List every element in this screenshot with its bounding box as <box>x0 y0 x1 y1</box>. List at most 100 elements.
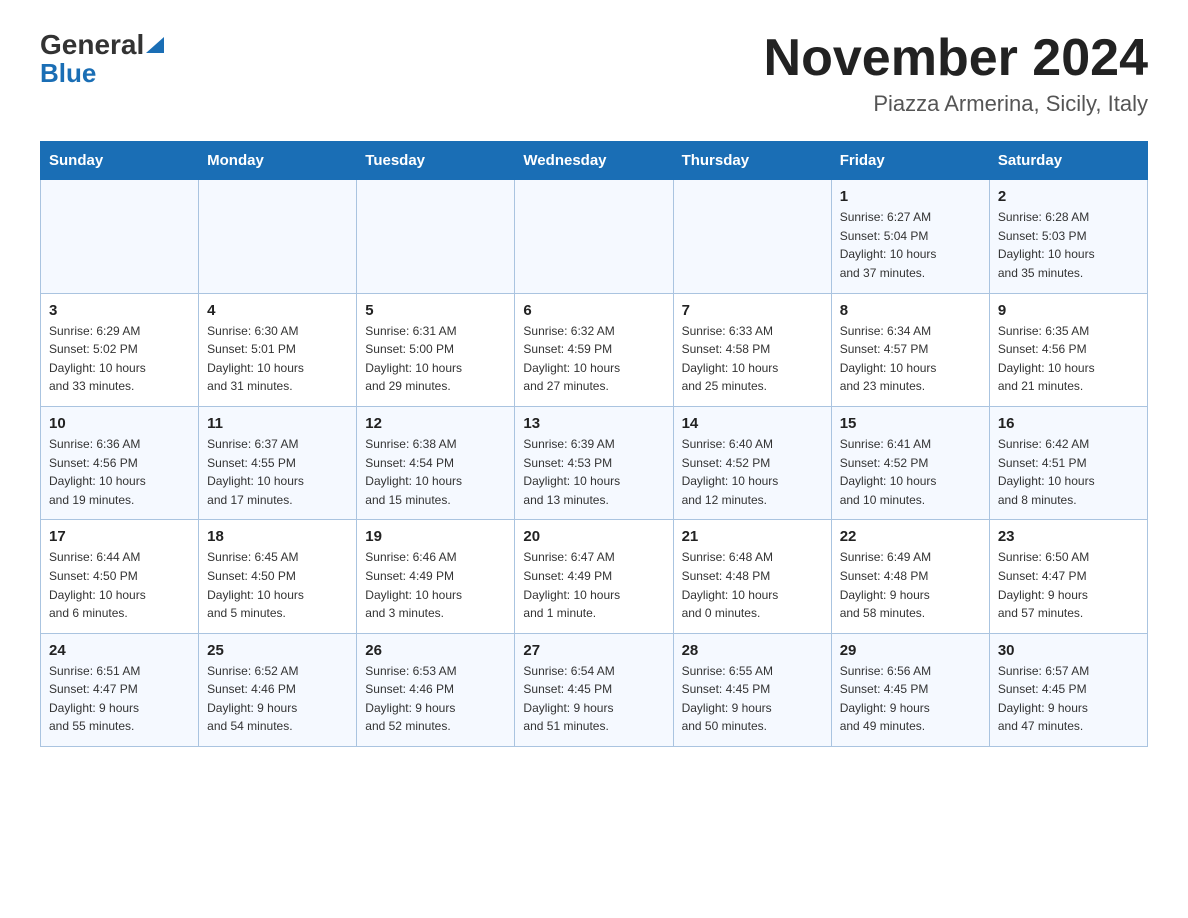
day-number: 22 <box>840 528 981 545</box>
calendar-cell: 23Sunrise: 6:50 AM Sunset: 4:47 PM Dayli… <box>989 520 1147 633</box>
weekday-header-thursday: Thursday <box>673 142 831 180</box>
day-info: Sunrise: 6:51 AM Sunset: 4:47 PM Dayligh… <box>49 662 190 736</box>
calendar-cell: 30 Sunrise: 6:57 AM Sunset: 4:45 PM Dayli… <box>989 633 1147 746</box>
calendar-title: November 2024 <box>764 30 1148 87</box>
day-info: Sunrise: 6:42 AM Sunset: 4:51 PM Dayligh… <box>998 435 1139 509</box>
day-info: Sunrise: 6:27 AM Sunset: 5:04 PM Dayligh… <box>840 208 981 282</box>
day-number: 3 <box>49 302 190 319</box>
day-info: Sunrise: 6:31 AM Sunset: 5:00 PM Dayligh… <box>365 322 506 396</box>
day-number: 23 <box>998 528 1139 545</box>
page-header: General Blue November 2024 Piazza Armeri… <box>40 30 1148 117</box>
day-info: Sunrise: 6:36 AM Sunset: 4:56 PM Dayligh… <box>49 435 190 509</box>
day-number: 6 <box>523 302 664 319</box>
calendar-cell: 8 Sunrise: 6:34 AM Sunset: 4:57 PM Daylig… <box>831 293 989 406</box>
day-number: 15 <box>840 415 981 432</box>
day-info: Sunrise: 6:40 AM Sunset: 4:52 PM Dayligh… <box>682 435 823 509</box>
day-number: 12 <box>365 415 506 432</box>
day-info: Sunrise: 6:35 AM Sunset: 4:56 PM Dayligh… <box>998 322 1139 396</box>
day-number: 26 <box>365 642 506 659</box>
day-number: 24 <box>49 642 190 659</box>
calendar-body: 1 Sunrise: 6:27 AM Sunset: 5:04 PM Daylig… <box>41 180 1148 747</box>
calendar-cell <box>41 180 199 293</box>
calendar-cell: 28 Sunrise: 6:55 AM Sunset: 4:45 PM Dayli… <box>673 633 831 746</box>
calendar-cell: 25 Sunrise: 6:52 AM Sunset: 4:46 PM Dayli… <box>199 633 357 746</box>
day-number: 14 <box>682 415 823 432</box>
calendar-cell: 2 Sunrise: 6:28 AM Sunset: 5:03 PM Daylig… <box>989 180 1147 293</box>
day-number: 28 <box>682 642 823 659</box>
day-info: Sunrise: 6:46 AM Sunset: 4:49 PM Dayligh… <box>365 548 506 622</box>
calendar-cell: 4Sunrise: 6:30 AM Sunset: 5:01 PM Daylig… <box>199 293 357 406</box>
weekday-header-row: SundayMondayTuesdayWednesdayThursdayFrid… <box>41 142 1148 180</box>
day-number: 2 <box>998 188 1139 205</box>
calendar-cell: 22 Sunrise: 6:49 AM Sunset: 4:48 PM Dayli… <box>831 520 989 633</box>
calendar-cell <box>515 180 673 293</box>
calendar-cell: 14 Sunrise: 6:40 AM Sunset: 4:52 PM Dayli… <box>673 406 831 519</box>
calendar-cell: 10Sunrise: 6:36 AM Sunset: 4:56 PM Dayli… <box>41 406 199 519</box>
logo-general: General <box>40 30 144 61</box>
calendar-cell: 24 Sunrise: 6:51 AM Sunset: 4:47 PM Dayli… <box>41 633 199 746</box>
day-number: 8 <box>840 302 981 319</box>
day-info: Sunrise: 6:54 AM Sunset: 4:45 PM Dayligh… <box>523 662 664 736</box>
day-number: 13 <box>523 415 664 432</box>
calendar-cell: 19 Sunrise: 6:46 AM Sunset: 4:49 PM Dayli… <box>357 520 515 633</box>
day-info: Sunrise: 6:57 AM Sunset: 4:45 PM Dayligh… <box>998 662 1139 736</box>
weekday-header-tuesday: Tuesday <box>357 142 515 180</box>
calendar-week-row: 1 Sunrise: 6:27 AM Sunset: 5:04 PM Daylig… <box>41 180 1148 293</box>
day-number: 30 <box>998 642 1139 659</box>
day-number: 20 <box>523 528 664 545</box>
day-info: Sunrise: 6:53 AM Sunset: 4:46 PM Dayligh… <box>365 662 506 736</box>
day-info: Sunrise: 6:32 AM Sunset: 4:59 PM Dayligh… <box>523 322 664 396</box>
calendar-subtitle: Piazza Armerina, Sicily, Italy <box>764 91 1148 117</box>
day-number: 21 <box>682 528 823 545</box>
day-number: 11 <box>207 415 348 432</box>
calendar-cell: 15 Sunrise: 6:41 AM Sunset: 4:52 PM Dayli… <box>831 406 989 519</box>
day-info: Sunrise: 6:45 AM Sunset: 4:50 PM Dayligh… <box>207 548 348 622</box>
day-info: Sunrise: 6:55 AM Sunset: 4:45 PM Dayligh… <box>682 662 823 736</box>
day-number: 5 <box>365 302 506 319</box>
day-info: Sunrise: 6:47 AM Sunset: 4:49 PM Dayligh… <box>523 548 664 622</box>
day-number: 29 <box>840 642 981 659</box>
day-number: 27 <box>523 642 664 659</box>
calendar-cell: 17Sunrise: 6:44 AM Sunset: 4:50 PM Dayli… <box>41 520 199 633</box>
day-info: Sunrise: 6:33 AM Sunset: 4:58 PM Dayligh… <box>682 322 823 396</box>
day-number: 9 <box>998 302 1139 319</box>
calendar-cell: 12 Sunrise: 6:38 AM Sunset: 4:54 PM Dayli… <box>357 406 515 519</box>
weekday-header-wednesday: Wednesday <box>515 142 673 180</box>
calendar-cell: 29Sunrise: 6:56 AM Sunset: 4:45 PM Dayli… <box>831 633 989 746</box>
day-info: Sunrise: 6:38 AM Sunset: 4:54 PM Dayligh… <box>365 435 506 509</box>
calendar-cell: 6 Sunrise: 6:32 AM Sunset: 4:59 PM Daylig… <box>515 293 673 406</box>
calendar-cell: 26 Sunrise: 6:53 AM Sunset: 4:46 PM Dayli… <box>357 633 515 746</box>
weekday-header-saturday: Saturday <box>989 142 1147 180</box>
calendar-cell: 21 Sunrise: 6:48 AM Sunset: 4:48 PM Dayli… <box>673 520 831 633</box>
calendar-cell: 18 Sunrise: 6:45 AM Sunset: 4:50 PM Dayli… <box>199 520 357 633</box>
day-info: Sunrise: 6:28 AM Sunset: 5:03 PM Dayligh… <box>998 208 1139 282</box>
calendar-cell <box>199 180 357 293</box>
day-number: 1 <box>840 188 981 205</box>
calendar-cell: 27 Sunrise: 6:54 AM Sunset: 4:45 PM Dayli… <box>515 633 673 746</box>
day-number: 7 <box>682 302 823 319</box>
day-number: 16 <box>998 415 1139 432</box>
day-number: 18 <box>207 528 348 545</box>
day-info: Sunrise: 6:48 AM Sunset: 4:48 PM Dayligh… <box>682 548 823 622</box>
day-info: Sunrise: 6:30 AM Sunset: 5:01 PM Dayligh… <box>207 322 348 396</box>
day-number: 17 <box>49 528 190 545</box>
calendar-cell: 7 Sunrise: 6:33 AM Sunset: 4:58 PM Daylig… <box>673 293 831 406</box>
calendar-week-row: 17Sunrise: 6:44 AM Sunset: 4:50 PM Dayli… <box>41 520 1148 633</box>
logo-blue: Blue <box>40 59 96 88</box>
calendar-header: SundayMondayTuesdayWednesdayThursdayFrid… <box>41 142 1148 180</box>
day-number: 19 <box>365 528 506 545</box>
logo: General Blue <box>40 30 164 87</box>
calendar-week-row: 10Sunrise: 6:36 AM Sunset: 4:56 PM Dayli… <box>41 406 1148 519</box>
day-info: Sunrise: 6:49 AM Sunset: 4:48 PM Dayligh… <box>840 548 981 622</box>
day-info: Sunrise: 6:29 AM Sunset: 5:02 PM Dayligh… <box>49 322 190 396</box>
day-info: Sunrise: 6:41 AM Sunset: 4:52 PM Dayligh… <box>840 435 981 509</box>
weekday-header-sunday: Sunday <box>41 142 199 180</box>
calendar-cell: 3 Sunrise: 6:29 AM Sunset: 5:02 PM Daylig… <box>41 293 199 406</box>
day-number: 25 <box>207 642 348 659</box>
calendar-cell: 11Sunrise: 6:37 AM Sunset: 4:55 PM Dayli… <box>199 406 357 519</box>
day-info: Sunrise: 6:34 AM Sunset: 4:57 PM Dayligh… <box>840 322 981 396</box>
calendar-title-block: November 2024 Piazza Armerina, Sicily, I… <box>764 30 1148 117</box>
day-info: Sunrise: 6:52 AM Sunset: 4:46 PM Dayligh… <box>207 662 348 736</box>
calendar-cell: 5 Sunrise: 6:31 AM Sunset: 5:00 PM Daylig… <box>357 293 515 406</box>
calendar-cell: 16 Sunrise: 6:42 AM Sunset: 4:51 PM Dayli… <box>989 406 1147 519</box>
